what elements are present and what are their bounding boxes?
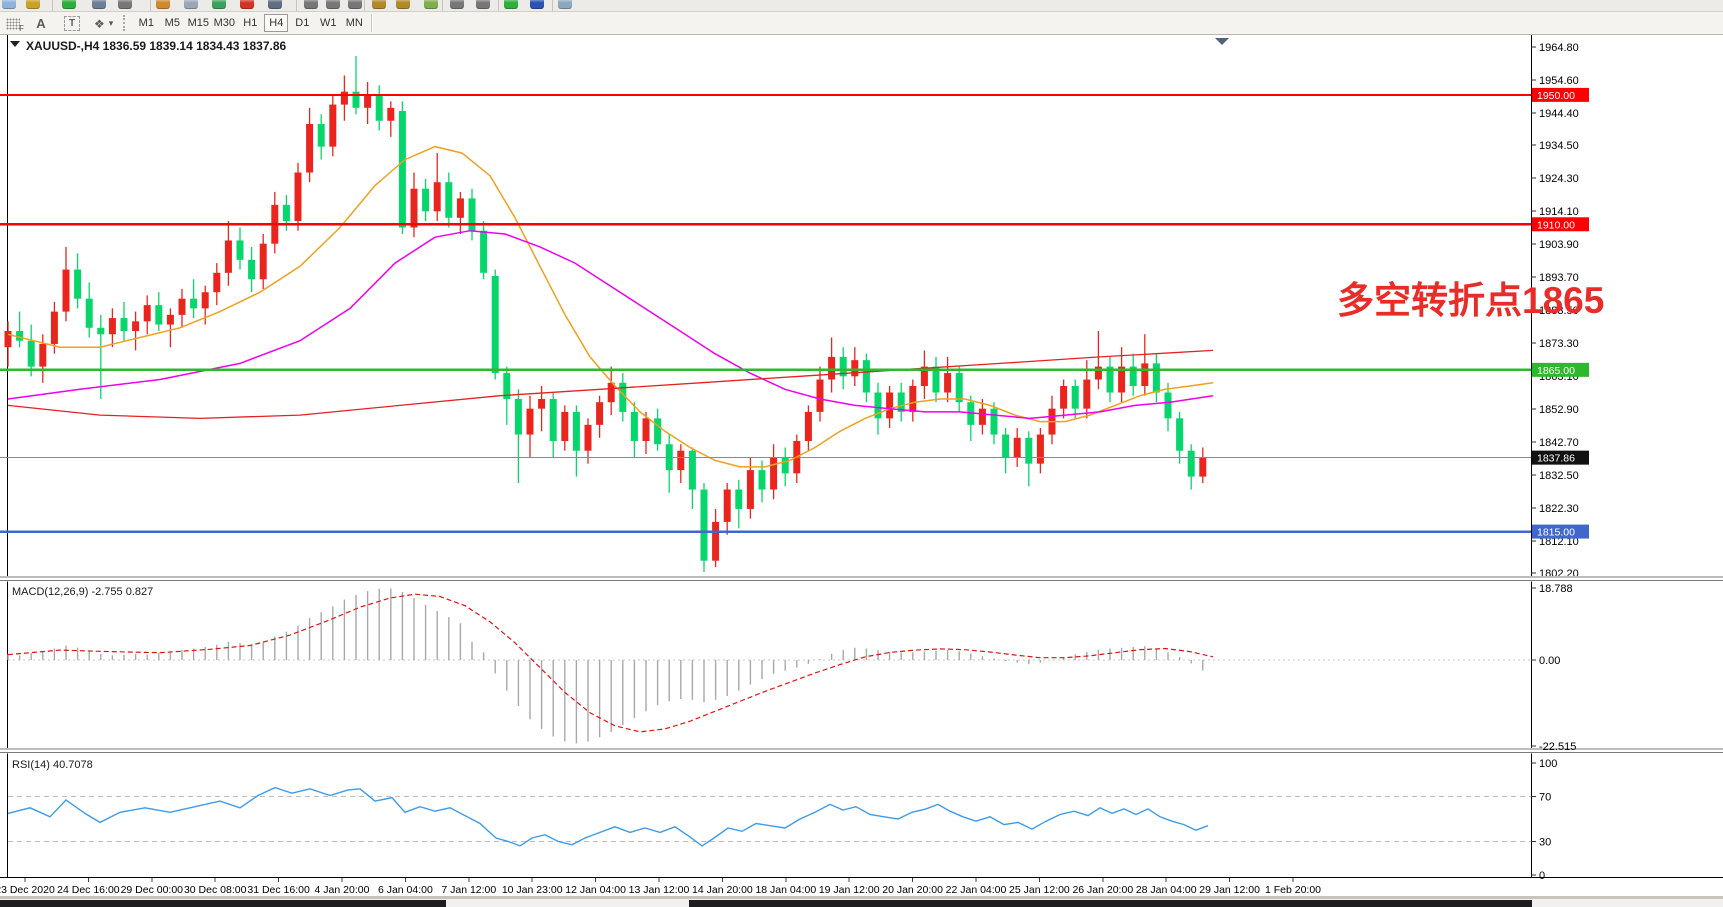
- search-magnifier-icon[interactable]: [26, 0, 40, 9]
- objects-caret-icon[interactable]: ▾: [109, 15, 114, 33]
- rsi-scale-label: 100: [1539, 758, 1557, 770]
- text-tool-icon[interactable]: A: [30, 15, 52, 33]
- toolbar-standard: [0, 0, 1723, 12]
- tf-m30[interactable]: M30: [212, 14, 236, 32]
- time-tick-label: 13 Jan 12:00: [629, 884, 690, 896]
- price-tick-label: 1873.30: [1539, 338, 1579, 350]
- time-tick-label: 28 Jan 04:00: [1136, 884, 1197, 896]
- terminal-icon[interactable]: [268, 0, 282, 9]
- toolbar-separator: [371, 14, 373, 32]
- expert-advisors-icon[interactable]: [212, 0, 226, 9]
- mt4-window: { "toolbar": { "row1_icons": [ {"x":2,"n…: [0, 0, 1723, 907]
- profiles-caret-icon[interactable]: [118, 0, 132, 9]
- macd-scale-label: -22.515: [1539, 741, 1576, 753]
- rsi-label: RSI(14) 40.7078: [12, 759, 93, 771]
- price-tick-label: 1903.90: [1539, 239, 1579, 251]
- price-tick-label: 1822.30: [1539, 503, 1579, 515]
- price-tick-label: 1924.30: [1539, 173, 1579, 185]
- data-window-icon[interactable]: [558, 0, 572, 9]
- time-tick-label: 22 Jan 04:00: [946, 884, 1007, 896]
- price-tick-label: 1964.80: [1539, 42, 1579, 54]
- time-tick-label: 29 Dec 00:00: [121, 884, 184, 896]
- crosshair-icon[interactable]: [326, 0, 340, 9]
- time-tick-label: 23 Dec 2020: [0, 884, 55, 896]
- price-tick-label: 1852.90: [1539, 404, 1579, 416]
- tf-h1[interactable]: H1: [238, 14, 262, 32]
- chart-annotation[interactable]: 多空转折点1865: [1337, 280, 1604, 321]
- time-tick-label: 19 Jan 12:00: [819, 884, 880, 896]
- history-center-icon[interactable]: [156, 0, 170, 9]
- auto-scroll-icon[interactable]: [476, 0, 490, 9]
- rsi-scale-label: 0: [1539, 870, 1545, 882]
- chart-title: XAUUSD-,H4 1836.59 1839.14 1834.43 1837.…: [26, 39, 287, 53]
- vertical-line-icon[interactable]: [348, 0, 362, 9]
- svg-text:1837.86: 1837.86: [1537, 453, 1575, 465]
- template-grid-icon[interactable]: F: [6, 18, 20, 30]
- svg-text:1910.00: 1910.00: [1537, 219, 1575, 231]
- time-tick-label: 14 Jan 20:00: [692, 884, 753, 896]
- macd-label: MACD(12,26,9) -2.755 0.827: [12, 586, 153, 598]
- profiles-icon[interactable]: [92, 0, 106, 9]
- time-tick-label: 31 Dec 16:00: [247, 884, 310, 896]
- price-tick-label: 1842.70: [1539, 437, 1579, 449]
- time-tick-label: 10 Jan 23:00: [502, 884, 563, 896]
- add-indicator-icon[interactable]: [504, 0, 518, 9]
- time-tick-label: 1 Feb 20:00: [1265, 884, 1321, 896]
- rsi-scale-label: 70: [1539, 792, 1551, 804]
- time-tick-label: 7 Jan 12:00: [441, 884, 496, 896]
- status-bar: [0, 899, 1723, 907]
- rsi-scale-label: 30: [1539, 836, 1551, 848]
- indicator-list-icon[interactable]: [424, 0, 438, 9]
- price-tick-label: 1832.50: [1539, 470, 1579, 482]
- timeframe-bar: M1 M5 M15 M30 H1 H4 D1 W1 MN: [133, 14, 367, 32]
- time-tick-label: 25 Jan 12:00: [1009, 884, 1070, 896]
- chart-plot-area[interactable]: [0, 34, 1723, 896]
- time-tick-label: 12 Jan 04:00: [565, 884, 626, 896]
- price-tick-label: 1914.10: [1539, 206, 1579, 218]
- tf-m15[interactable]: M15: [186, 14, 210, 32]
- toolbar-timeframes: F A T ❖ ▾ M1 M5 M15 M30 H1 H4 D1 W1 MN: [0, 12, 1723, 35]
- time-tick-label: 18 Jan 04:00: [755, 884, 816, 896]
- cursor-icon[interactable]: [304, 0, 318, 9]
- tf-w1[interactable]: W1: [316, 14, 340, 32]
- toolbar-separator: [123, 15, 125, 31]
- time-tick-label: 26 Jan 20:00: [1072, 884, 1133, 896]
- tf-m1[interactable]: M1: [134, 14, 158, 32]
- time-tick-label: 29 Jan 12:00: [1199, 884, 1260, 896]
- price-tick-label: 1944.40: [1539, 108, 1579, 120]
- price-tick-label: 1934.50: [1539, 140, 1579, 152]
- taskbar-segment: [0, 900, 446, 907]
- tf-m5[interactable]: M5: [160, 14, 184, 32]
- stop-icon[interactable]: [240, 0, 254, 9]
- svg-text:1950.00: 1950.00: [1537, 90, 1575, 102]
- chart-window[interactable]: 1964.80 1954.60 1944.40 1934.50 1924.30 1914.…: [0, 0, 1723, 907]
- help-icon[interactable]: [530, 0, 544, 9]
- tf-mn[interactable]: MN: [342, 14, 366, 32]
- zoom-out-icon[interactable]: [396, 0, 410, 9]
- zoom-in-icon[interactable]: [372, 0, 386, 9]
- new-chart-icon[interactable]: [62, 0, 76, 9]
- time-tick-label: 6 Jan 04:00: [378, 884, 433, 896]
- svg-text:1865.00: 1865.00: [1537, 365, 1575, 377]
- time-tick-label: 4 Jan 20:00: [315, 884, 370, 896]
- time-tick-label: 30 Dec 08:00: [184, 884, 247, 896]
- price-tick-label: 1954.60: [1539, 75, 1579, 87]
- objects-tool-icon[interactable]: ❖: [94, 15, 105, 33]
- taskbar-segment: [689, 900, 1532, 907]
- time-tick-label: 24 Dec 16:00: [57, 884, 120, 896]
- time-tick-label: 20 Jan 20:00: [882, 884, 943, 896]
- new-order-icon[interactable]: [2, 0, 16, 9]
- label-tool-icon[interactable]: T: [64, 16, 80, 31]
- tf-h4[interactable]: H4: [264, 14, 288, 32]
- svg-text:1815.00: 1815.00: [1537, 527, 1575, 539]
- strategy-tester-icon[interactable]: [184, 0, 198, 9]
- tf-d1[interactable]: D1: [290, 14, 314, 32]
- macd-scale-label: 0.00: [1539, 655, 1560, 667]
- chart-shift-icon[interactable]: [450, 0, 464, 9]
- macd-scale-label: 18.788: [1539, 583, 1573, 595]
